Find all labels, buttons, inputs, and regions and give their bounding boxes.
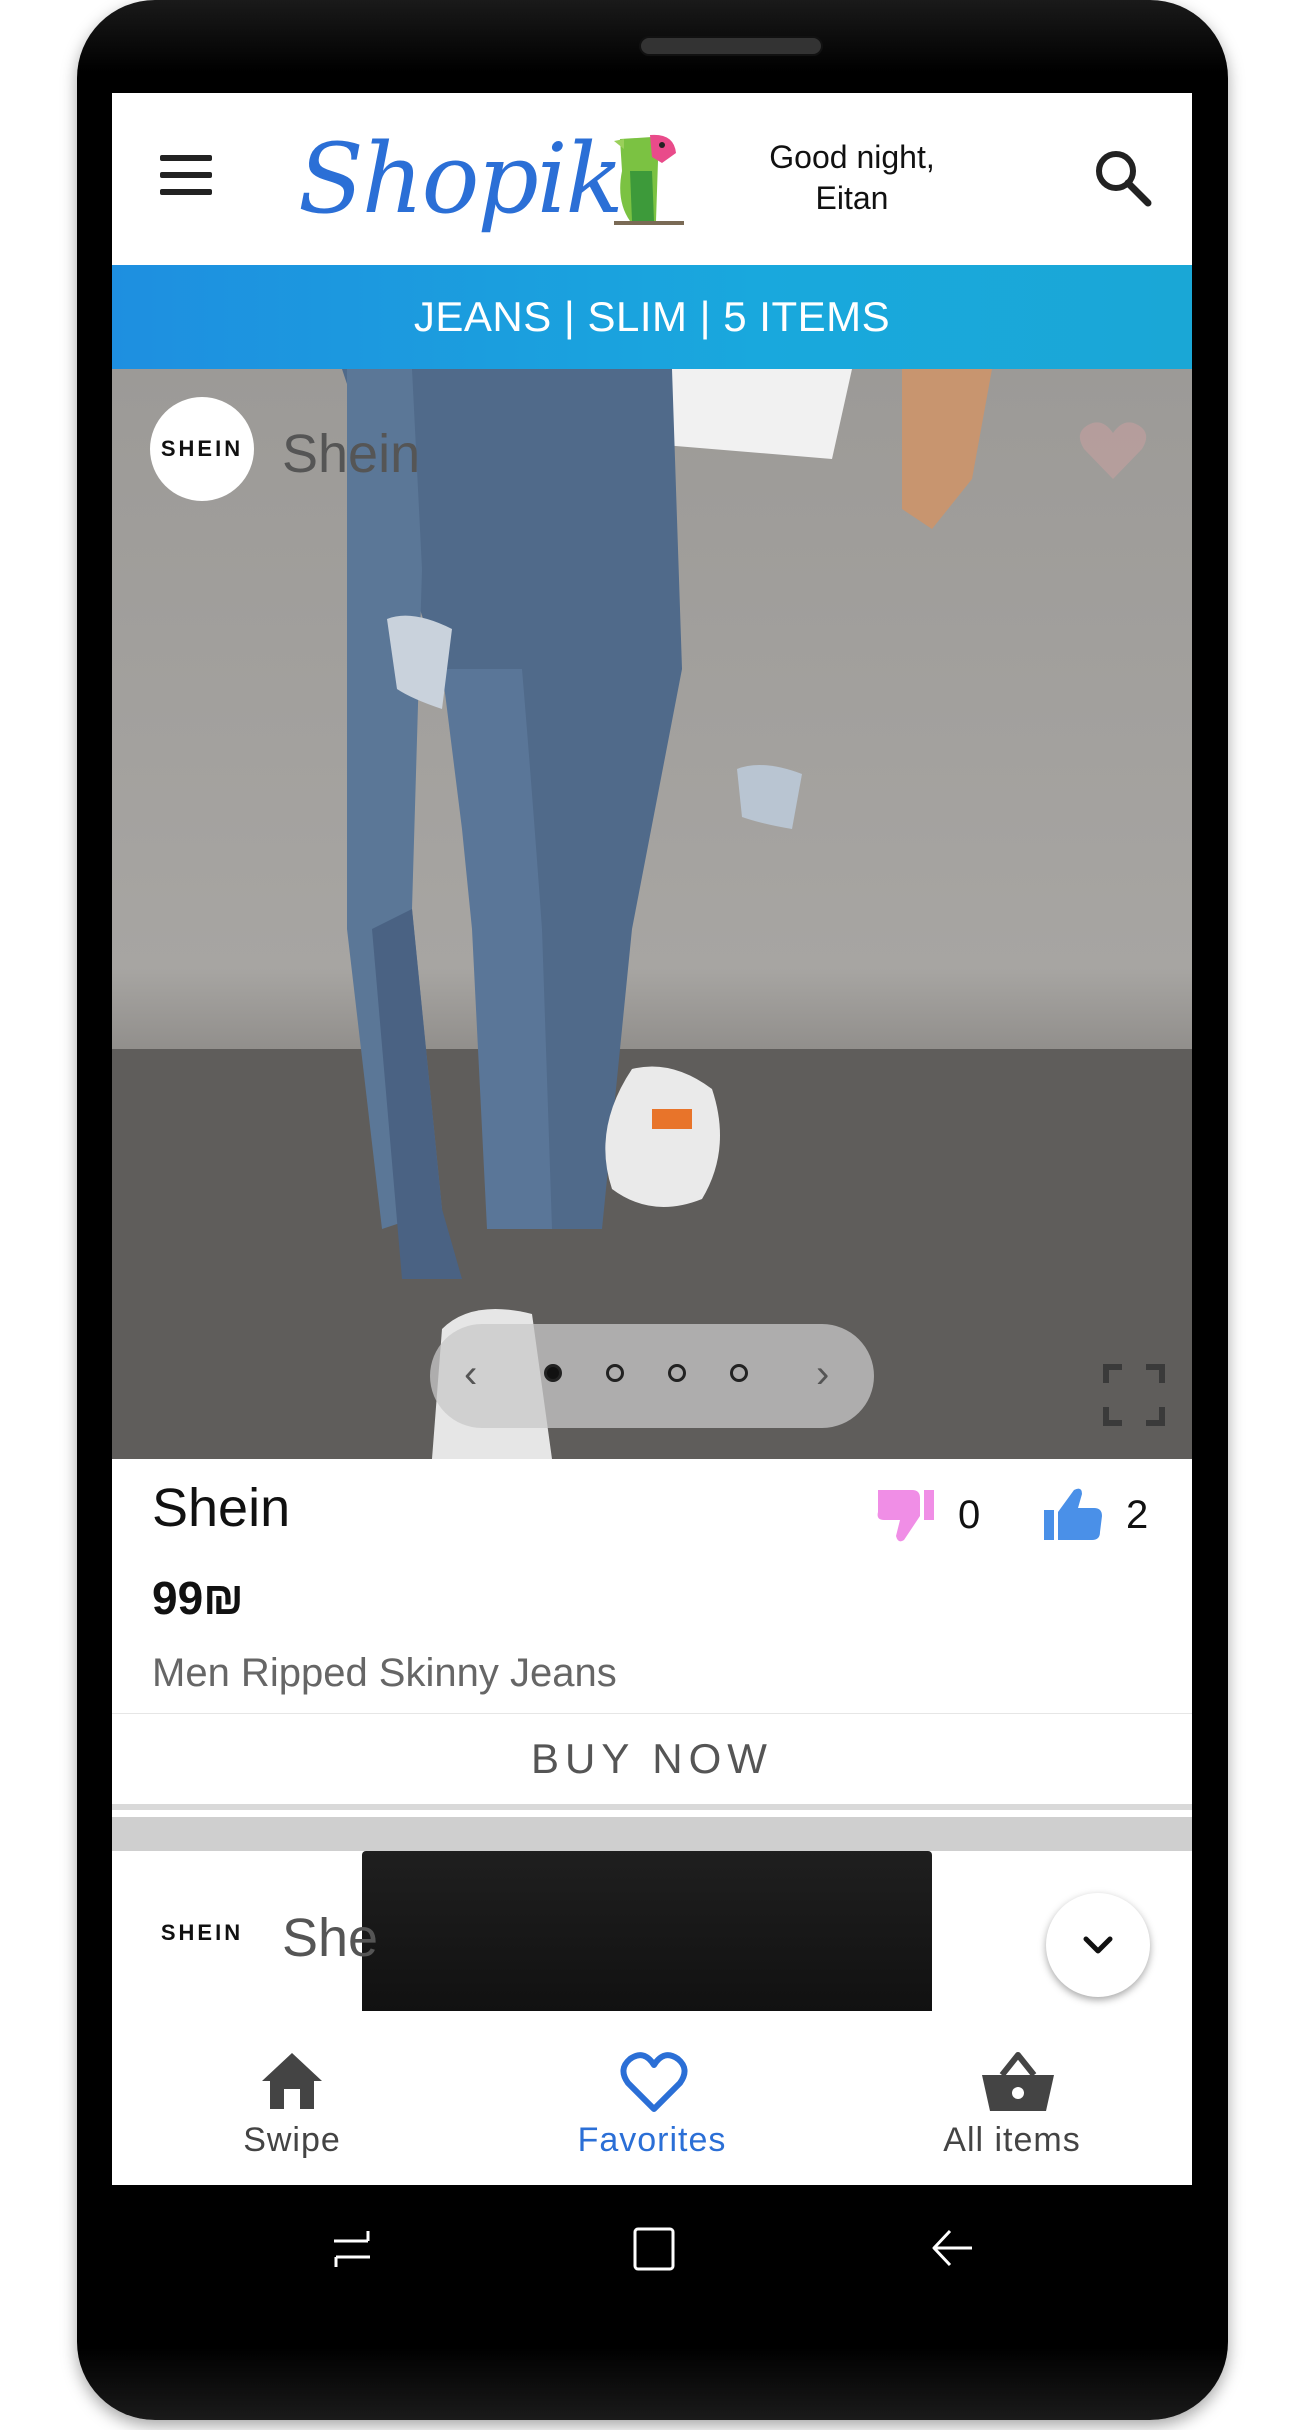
next-product-image [362,1851,932,2011]
dislike-count: 0 [958,1492,981,1537]
scroll-down-button[interactable] [1046,1893,1150,1997]
product-info: Shein 0 2 99₪ Men Ripped Skinny Jeans [112,1459,1192,1713]
home-button-icon[interactable] [631,2225,677,2273]
thumbs-up-icon [1044,1488,1102,1540]
fullscreen-icon[interactable] [1102,1363,1166,1427]
shop-avatar-text: SHEIN [160,436,244,461]
next-shop-avatar[interactable]: SHEIN [150,1881,254,1985]
product-image[interactable]: SHEIN Shein ‹ › [112,369,1192,1459]
buy-now-button[interactable]: BUY NOW [112,1713,1192,1810]
bottom-navigation: Swipe Favorites All items [112,2011,1192,2185]
nav-all-items-label: All items [943,2121,1081,2159]
carousel-dot-4[interactable] [730,1364,748,1382]
image-carousel-pager: ‹ › [430,1324,874,1428]
back-icon[interactable] [930,2225,976,2271]
chevron-down-icon [1083,1936,1113,1954]
carousel-dot-3[interactable] [668,1364,686,1382]
like-count: 2 [1126,1492,1149,1537]
nav-favorites-label: Favorites [577,2121,727,2159]
next-product-card[interactable]: SHEIN She [112,1851,1192,2011]
product-price: 99₪ [152,1572,244,1624]
nav-swipe-label: Swipe [243,2121,341,2159]
next-shop-avatar-text: SHEIN [160,1920,244,1945]
product-description: Men Ripped Skinny Jeans [152,1651,617,1695]
nav-all-items[interactable]: All items [832,2011,1192,2185]
app-logo: Shopik [298,123,624,235]
heart-icon [620,2052,688,2112]
favorite-heart-icon[interactable] [1078,419,1148,481]
product-brand: Shein [152,1478,291,1538]
next-shop-name[interactable]: She [282,1907,378,1969]
card-separator [112,1817,1192,1851]
category-filter-bar[interactable]: JEANS | SLIM | 5 ITEMS [112,265,1192,369]
nav-favorites[interactable]: Favorites [472,2011,832,2185]
parrot-logo-icon [614,134,684,225]
home-icon [262,2053,322,2109]
app-screen: Shopik Good night, Eitan JEANS | SLIM | … [112,93,1192,2185]
greeting-line1: Good night, [769,139,935,175]
greeting-text: Good night, Eitan [732,137,972,219]
carousel-dot-1[interactable] [544,1364,562,1382]
carousel-next-icon[interactable]: › [816,1354,829,1394]
basket-icon [982,2052,1054,2111]
recent-apps-icon[interactable] [330,2227,374,2271]
thumbs-down-icon [877,1490,934,1542]
shop-name[interactable]: Shein [282,423,420,485]
carousel-prev-icon[interactable]: ‹ [464,1354,477,1394]
app-header: Shopik Good night, Eitan [112,93,1192,265]
system-navigation-bar [112,2185,1192,2315]
phone-speaker [639,36,823,56]
like-button[interactable]: 2 [1042,1485,1148,1545]
greeting-line2: Eitan [815,180,889,216]
shop-avatar[interactable]: SHEIN [150,397,254,501]
nav-swipe[interactable]: Swipe [112,2011,472,2185]
search-icon[interactable] [1090,145,1154,209]
hamburger-menu-icon[interactable] [160,155,212,199]
carousel-dot-2[interactable] [606,1364,624,1382]
jeans-photo-illustration [112,369,1192,1459]
dislike-button[interactable]: 0 [874,1485,980,1545]
